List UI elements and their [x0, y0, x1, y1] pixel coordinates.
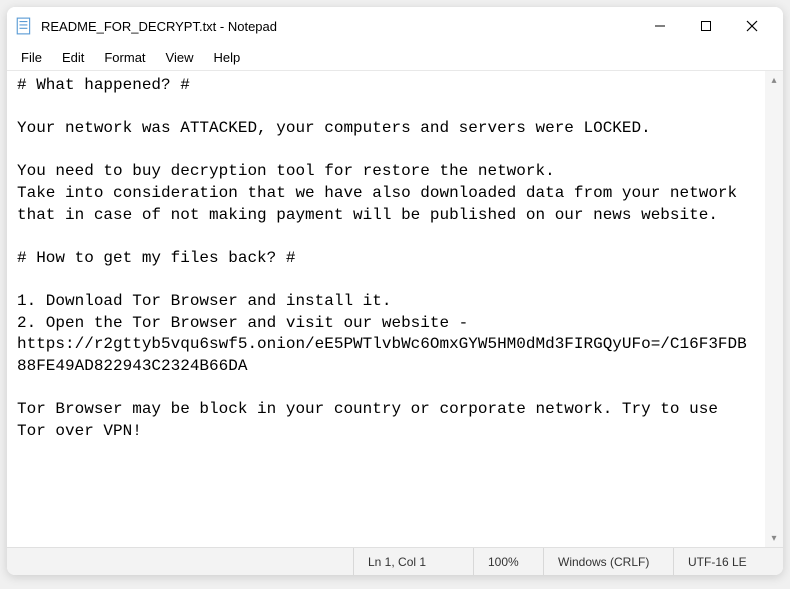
menu-edit[interactable]: Edit [52, 48, 94, 67]
status-position: Ln 1, Col 1 [353, 548, 473, 575]
close-button[interactable] [729, 10, 775, 42]
window-title: README_FOR_DECRYPT.txt - Notepad [41, 19, 637, 34]
scroll-up-arrow[interactable]: ▴ [765, 71, 783, 89]
notepad-window: README_FOR_DECRYPT.txt - Notepad File Ed… [7, 7, 783, 575]
menu-help[interactable]: Help [203, 48, 250, 67]
window-controls [637, 10, 775, 42]
notepad-icon [15, 17, 33, 35]
maximize-button[interactable] [683, 10, 729, 42]
minimize-button[interactable] [637, 10, 683, 42]
status-line-ending: Windows (CRLF) [543, 548, 673, 575]
title-bar: README_FOR_DECRYPT.txt - Notepad [7, 7, 783, 45]
status-bar: Ln 1, Col 1 100% Windows (CRLF) UTF-16 L… [7, 547, 783, 575]
scroll-down-arrow[interactable]: ▾ [765, 529, 783, 547]
menu-view[interactable]: View [156, 48, 204, 67]
text-editor[interactable]: # What happened? # Your network was ATTA… [7, 71, 765, 547]
status-zoom: 100% [473, 548, 543, 575]
menu-format[interactable]: Format [94, 48, 155, 67]
menu-bar: File Edit Format View Help [7, 45, 783, 71]
menu-file[interactable]: File [11, 48, 52, 67]
vertical-scrollbar[interactable]: ▴ ▾ [765, 71, 783, 547]
status-encoding: UTF-16 LE [673, 548, 783, 575]
content-area: # What happened? # Your network was ATTA… [7, 71, 783, 547]
